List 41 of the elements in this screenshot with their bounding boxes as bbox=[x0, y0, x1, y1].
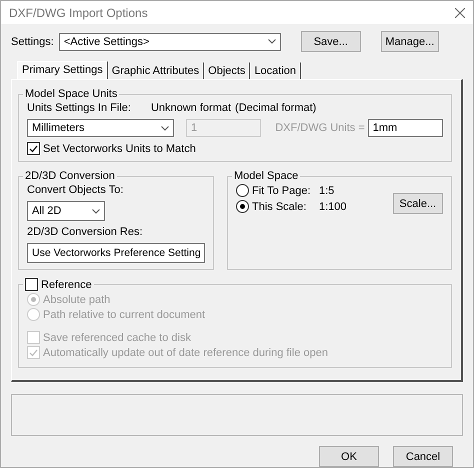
convert-dropdown[interactable]: All 2D bbox=[27, 201, 105, 221]
save-button[interactable]: Save... bbox=[300, 31, 361, 52]
checkbox-label: Reference bbox=[41, 278, 92, 290]
scale-value: 1:100 bbox=[319, 200, 347, 212]
checkbox-label: Save referenced cache to disk bbox=[43, 332, 191, 344]
checkbox-label: Automatically update out of date reference during file open bbox=[43, 346, 328, 358]
settings-label: Settings: bbox=[11, 36, 54, 48]
cancel-button[interactable]: Cancel bbox=[393, 446, 453, 467]
radio-label: Fit To Page: bbox=[252, 184, 312, 196]
group-title: Model Space bbox=[233, 170, 300, 182]
group-title: 2D/3D Conversion bbox=[24, 170, 116, 182]
format-note: (Decimal format) bbox=[235, 102, 316, 114]
close-icon[interactable] bbox=[455, 8, 465, 18]
tab[interactable]: Graphic Attributes bbox=[108, 62, 204, 79]
ok-button[interactable]: OK bbox=[319, 446, 379, 467]
checkbox-label: Set Vectorworks Units to Match bbox=[43, 142, 196, 154]
units-field[interactable]: 1mm bbox=[368, 119, 443, 137]
format-text: Unknown format bbox=[150, 102, 232, 114]
group-title: Model Space Units bbox=[24, 88, 118, 100]
radio-button[interactable] bbox=[236, 184, 249, 197]
radio-label: Path relative to current document bbox=[43, 308, 206, 320]
chevron-down-icon bbox=[268, 39, 276, 44]
chevron-down-icon bbox=[92, 208, 100, 214]
window-title: DXF/DWG Import Options bbox=[9, 6, 148, 20]
field-label: DXF/DWG Units = bbox=[275, 122, 365, 134]
field-label: Units Settings In File: bbox=[27, 102, 131, 114]
checkbox[interactable] bbox=[25, 278, 38, 291]
units-dropdown[interactable]: Millimeters bbox=[27, 119, 174, 137]
field-label: Convert Objects To: bbox=[27, 184, 124, 196]
radio-button[interactable] bbox=[236, 200, 249, 213]
radio-label: Absolute path bbox=[43, 294, 110, 306]
radio-label: This Scale: bbox=[252, 200, 308, 212]
field-label: 2D/3D Conversion Res: bbox=[27, 226, 144, 238]
manage-button[interactable]: Manage... bbox=[380, 31, 439, 52]
scale-button[interactable]: Scale... bbox=[392, 193, 443, 214]
scale-value: 1:5 bbox=[319, 184, 334, 196]
resolution-dropdown[interactable]: Use Vectorworks Preference Setting bbox=[27, 243, 205, 263]
tab[interactable]: Primary Settings bbox=[17, 61, 108, 79]
chevron-down-icon bbox=[160, 126, 169, 130]
settings-dropdown[interactable]: <Active Settings> bbox=[58, 32, 281, 50]
checkbox[interactable] bbox=[27, 142, 40, 155]
